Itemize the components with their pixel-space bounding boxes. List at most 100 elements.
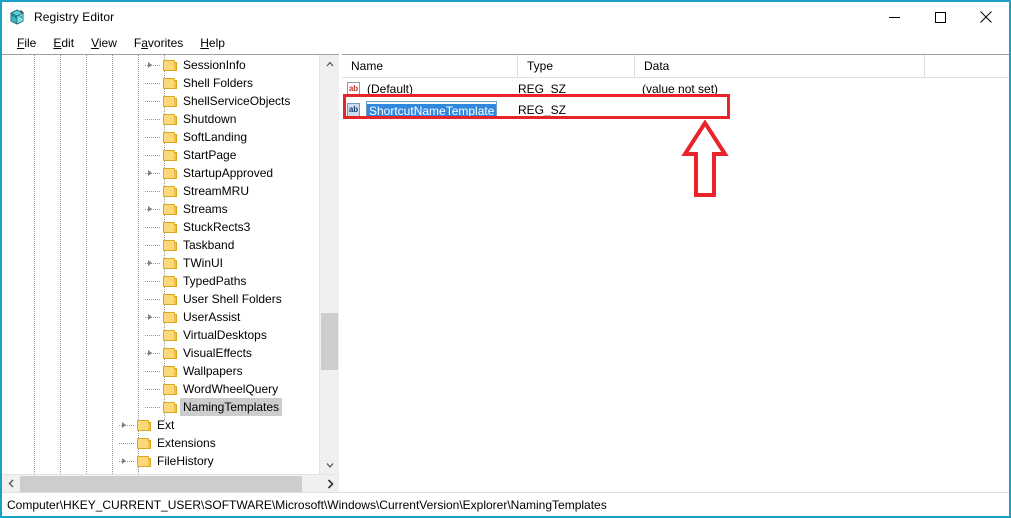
folder-icon (163, 275, 177, 287)
tree-viewport[interactable]: SessionInfo Shell Folders ShellServiceObje… (2, 55, 319, 474)
expand-chevron-icon[interactable] (142, 57, 158, 73)
chevron-up-icon (326, 61, 333, 67)
tree-horizontal-scrollbar[interactable] (2, 474, 339, 492)
close-button[interactable] (963, 2, 1009, 32)
values-list[interactable]: ab (Default) REG_SZ (value not set) ab Shortc… (342, 78, 1009, 120)
registry-tree-pane: SessionInfo Shell Folders ShellServiceObje… (2, 54, 339, 492)
tree-item-label: WordWheelQuery (183, 382, 279, 396)
tree-item-sessioninfo[interactable]: SessionInfo (2, 56, 319, 74)
scroll-up-button[interactable] (320, 55, 339, 73)
tree-vertical-scrollbar[interactable] (319, 55, 339, 474)
scroll-down-button[interactable] (320, 456, 339, 474)
tree-item-streammru[interactable]: StreamMRU (2, 182, 319, 200)
tree-item-taskband[interactable]: Taskband (2, 236, 319, 254)
tree-item-startpage[interactable]: StartPage (2, 146, 319, 164)
expand-chevron-icon[interactable] (116, 417, 132, 433)
tree-connector (145, 371, 161, 372)
value-name-text: ShortcutNameTemplate (367, 104, 497, 119)
status-path: Computer\HKEY_CURRENT_USER\SOFTWARE\Micr… (7, 497, 607, 512)
tree-connector (145, 335, 161, 336)
tree-item-label: Extensions (157, 436, 216, 450)
tree-item-label: Wallpapers (183, 364, 243, 378)
expand-chevron-icon[interactable] (142, 345, 158, 361)
tree-item-typedpaths[interactable]: TypedPaths (2, 272, 319, 290)
tree-item-virtualdesktops[interactable]: VirtualDesktops (2, 326, 319, 344)
window-controls (871, 2, 1009, 32)
expand-chevron-icon[interactable] (142, 255, 158, 271)
tree-item-filehistory[interactable]: FileHistory (2, 452, 319, 470)
scroll-right-button[interactable] (321, 475, 339, 492)
tree-item-streams[interactable]: Streams (2, 200, 319, 218)
tree-item-ext[interactable]: Ext (2, 416, 319, 434)
folder-icon (163, 149, 177, 161)
expand-chevron-icon[interactable] (142, 309, 158, 325)
minimize-button[interactable] (871, 2, 917, 32)
tree-item-stuckrects3[interactable]: StuckRects3 (2, 218, 319, 236)
folder-icon (137, 437, 151, 449)
column-header-data[interactable]: Data (635, 55, 925, 77)
tree-item-label: StartPage (183, 148, 237, 162)
tree-item-extensions[interactable]: Extensions (2, 434, 319, 452)
tree-item-label: StartupApproved (183, 166, 274, 180)
list-header: Name Type Data (342, 55, 1009, 78)
minimize-icon (888, 16, 900, 18)
scroll-left-button[interactable] (2, 475, 20, 492)
value-name-rename-input[interactable]: ShortcutNameTemplate (366, 101, 498, 119)
menu-help[interactable]: Help (192, 34, 234, 52)
tree-item-shellserviceobjects[interactable]: ShellServiceObjects (2, 92, 319, 110)
menu-edit[interactable]: Edit (45, 34, 83, 52)
tree-hscroll-thumb[interactable] (20, 476, 302, 492)
tree-connector (145, 137, 161, 138)
tree-item-label: NamingTemplates (180, 398, 283, 416)
expand-chevron-icon[interactable] (142, 201, 158, 217)
folder-icon (163, 95, 177, 107)
column-header-type[interactable]: Type (518, 55, 635, 77)
chevron-left-icon (8, 479, 14, 488)
folder-icon (163, 203, 177, 215)
title-bar[interactable]: Registry Editor (2, 2, 1009, 32)
tree-item-userassist[interactable]: UserAssist (2, 308, 319, 326)
string-value-icon: ab (347, 102, 362, 117)
folder-icon (163, 59, 177, 71)
tree-scroll-thumb[interactable] (321, 313, 338, 370)
expand-chevron-icon[interactable] (116, 453, 132, 469)
value-type-text: REG_SZ (518, 102, 567, 117)
tree-item-label: Shutdown (183, 112, 237, 126)
menu-view[interactable]: View (83, 34, 126, 52)
tree-item-label: SoftLanding (183, 130, 248, 144)
folder-icon (163, 221, 177, 233)
folder-icon (137, 455, 151, 467)
folder-icon (163, 113, 177, 125)
tree-item-namingtemplates[interactable]: NamingTemplates (2, 398, 319, 416)
tree-item-label: Ext (157, 418, 175, 432)
value-data-text: (value not set) (642, 81, 719, 96)
tree-connector (145, 245, 161, 246)
tree-item-visualeffects[interactable]: VisualEffects (2, 344, 319, 362)
expand-chevron-icon[interactable] (142, 165, 158, 181)
value-row[interactable]: ab (Default) REG_SZ (value not set) (342, 78, 1009, 99)
tree-item-shutdown[interactable]: Shutdown (2, 110, 319, 128)
registry-editor-icon (8, 8, 26, 26)
tree-item-user-shell-folders[interactable]: User Shell Folders (2, 290, 319, 308)
menu-favorites[interactable]: Favorites (126, 34, 192, 52)
tree-connector (145, 299, 161, 300)
maximize-button[interactable] (917, 2, 963, 32)
string-value-icon: ab (347, 81, 362, 96)
tree-connector (145, 155, 161, 156)
tree-item-wordwheelquery[interactable]: WordWheelQuery (2, 380, 319, 398)
tree-item-shell-folders[interactable]: Shell Folders (2, 74, 319, 92)
tree-item-wallpapers[interactable]: Wallpapers (2, 362, 319, 380)
tree-item-softlanding[interactable]: SoftLanding (2, 128, 319, 146)
tree-connector (145, 389, 161, 390)
tree-item-label: FileHistory (157, 454, 214, 468)
chevron-down-icon (326, 463, 333, 468)
tree-item-label: TWinUI (183, 256, 223, 270)
tree-connector (145, 227, 161, 228)
tree-item-startupapproved[interactable]: StartupApproved (2, 164, 319, 182)
column-header-name[interactable]: Name (342, 55, 518, 77)
tree-item-twinui[interactable]: TWinUI (2, 254, 319, 272)
folder-icon (163, 311, 177, 323)
value-row[interactable]: ab ShortcutNameTemplate REG_SZ (342, 99, 1009, 120)
menu-file[interactable]: File (9, 34, 45, 52)
menu-bar: File Edit View Favorites Help (2, 32, 1009, 54)
